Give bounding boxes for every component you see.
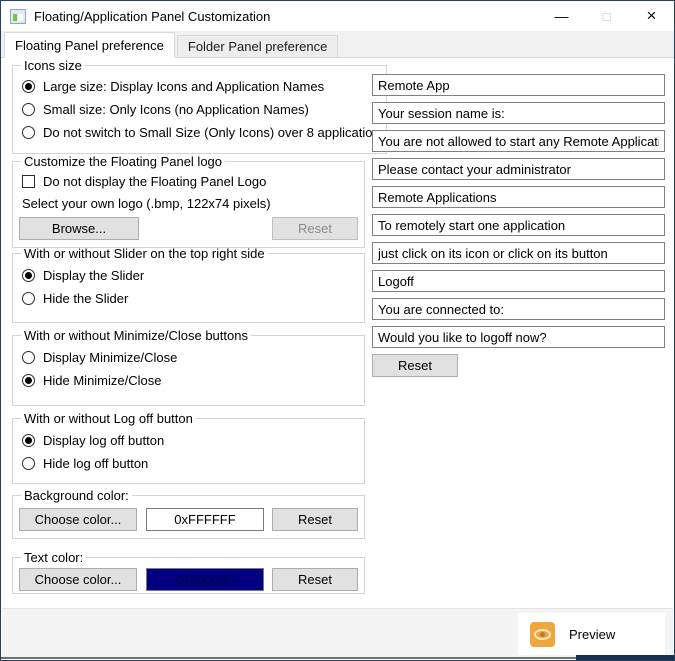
- logo-hint-text: Select your own logo (.bmp, 122x74 pixel…: [22, 196, 364, 211]
- group-slider: With or without Slider on the top right …: [12, 246, 365, 323]
- radio-icon: [22, 269, 35, 282]
- radio-hide-slider[interactable]: Hide the Slider: [22, 291, 364, 306]
- text-field-start-one-app[interactable]: [372, 214, 665, 236]
- group-icons-size: Icons size Large size: Display Icons and…: [12, 58, 387, 154]
- radio-label: Display the Slider: [43, 268, 144, 283]
- app-window-icon: [10, 9, 26, 24]
- dialog-window: Floating/Application Panel Customization…: [0, 0, 675, 661]
- radio-icon: [22, 80, 35, 93]
- footer-bar: Preview: [2, 608, 673, 658]
- group-panel-logo-title: Customize the Floating Panel logo: [21, 154, 225, 169]
- radio-icon: [22, 103, 35, 116]
- background-color-reset-button[interactable]: Reset: [272, 508, 358, 531]
- text-field-logoff-now[interactable]: [372, 326, 665, 348]
- radio-label: Large size: Display Icons and Applicatio…: [43, 79, 324, 94]
- group-minimize-close-title: With or without Minimize/Close buttons: [21, 328, 251, 343]
- background-color-value: 0xFFFFFF: [146, 508, 264, 531]
- radio-label: Display Minimize/Close: [43, 350, 177, 365]
- radio-icon: [22, 292, 35, 305]
- panel-text-fields: Reset: [372, 74, 665, 377]
- group-minimize-close: With or without Minimize/Close buttons D…: [12, 328, 365, 406]
- checkbox-icon: [22, 175, 35, 188]
- radio-no-switch-small[interactable]: Do not switch to Small Size (Only Icons)…: [22, 125, 386, 140]
- eye-preview-icon: [530, 622, 555, 647]
- checkbox-label: Do not display the Floating Panel Logo: [43, 174, 266, 189]
- text-field-connected-to[interactable]: [372, 298, 665, 320]
- maximize-icon: □: [603, 9, 611, 24]
- minimize-icon: —: [555, 8, 569, 24]
- group-slider-title: With or without Slider on the top right …: [21, 246, 268, 261]
- radio-small-size[interactable]: Small size: Only Icons (no Application N…: [22, 102, 386, 117]
- bottom-window-edge-accent: [576, 655, 674, 660]
- group-background-color-title: Background color:: [21, 488, 132, 503]
- radio-label: Do not switch to Small Size (Only Icons)…: [43, 125, 386, 140]
- radio-display-slider[interactable]: Display the Slider: [22, 268, 364, 283]
- radio-label: Display log off button: [43, 433, 164, 448]
- preview-button-label: Preview: [569, 627, 615, 642]
- background-color-row: Choose color... 0xFFFFFF Reset: [19, 508, 358, 531]
- radio-label: Small size: Only Icons (no Application N…: [43, 102, 309, 117]
- radio-display-logoff[interactable]: Display log off button: [22, 433, 364, 448]
- group-background-color: Background color: Choose color... 0xFFFF…: [12, 488, 365, 539]
- text-field-contact-admin[interactable]: [372, 158, 665, 180]
- text-field-remote-applications[interactable]: [372, 186, 665, 208]
- radio-icon: [22, 126, 35, 139]
- browse-button[interactable]: Browse...: [19, 217, 139, 240]
- text-field-logoff[interactable]: [372, 270, 665, 292]
- radio-label: Hide log off button: [43, 456, 148, 471]
- group-text-color-title: Text color:: [21, 550, 86, 565]
- text-field-session-name[interactable]: [372, 102, 665, 124]
- group-icons-size-title: Icons size: [21, 58, 85, 73]
- tab-floating-panel-preference[interactable]: Floating Panel preference: [4, 32, 175, 58]
- window-controls: — □ ×: [539, 1, 674, 31]
- radio-icon: [22, 434, 35, 447]
- preview-button[interactable]: Preview: [518, 613, 665, 655]
- group-panel-logo: Customize the Floating Panel logo Do not…: [12, 154, 365, 248]
- radio-icon: [22, 457, 35, 470]
- messages-reset-button[interactable]: Reset: [372, 354, 458, 377]
- radio-label: Hide Minimize/Close: [43, 373, 161, 388]
- tab-strip: Floating Panel preference Folder Panel p…: [1, 31, 674, 58]
- radio-label: Hide the Slider: [43, 291, 128, 306]
- minimize-button[interactable]: —: [539, 1, 584, 31]
- group-text-color: Text color: Choose color... 0x000080 Res…: [12, 550, 365, 594]
- close-button[interactable]: ×: [629, 1, 674, 31]
- bottom-window-edge: [1, 657, 674, 659]
- background-choose-color-button[interactable]: Choose color...: [19, 508, 137, 531]
- text-field-click-icon[interactable]: [372, 242, 665, 264]
- tab-folder-panel-preference[interactable]: Folder Panel preference: [177, 35, 338, 57]
- close-icon: ×: [647, 6, 657, 26]
- radio-hide-logoff[interactable]: Hide log off button: [22, 456, 364, 471]
- checkbox-hide-logo[interactable]: Do not display the Floating Panel Logo: [22, 174, 364, 189]
- logo-reset-button[interactable]: Reset: [272, 217, 358, 240]
- group-logoff-title: With or without Log off button: [21, 411, 196, 426]
- window-title: Floating/Application Panel Customization: [34, 9, 270, 24]
- title-bar: Floating/Application Panel Customization…: [1, 1, 674, 31]
- text-color-value: 0x000080: [146, 568, 264, 591]
- radio-icon: [22, 374, 35, 387]
- text-choose-color-button[interactable]: Choose color...: [19, 568, 137, 591]
- text-color-row: Choose color... 0x000080 Reset: [19, 568, 358, 591]
- logo-button-row: Browse... Reset: [19, 217, 358, 240]
- radio-large-size[interactable]: Large size: Display Icons and Applicatio…: [22, 79, 386, 94]
- text-field-not-allowed[interactable]: [372, 130, 665, 152]
- radio-icon: [22, 351, 35, 364]
- radio-display-minclose[interactable]: Display Minimize/Close: [22, 350, 364, 365]
- radio-hide-minclose[interactable]: Hide Minimize/Close: [22, 373, 364, 388]
- text-field-app-title[interactable]: [372, 74, 665, 96]
- text-color-reset-button[interactable]: Reset: [272, 568, 358, 591]
- maximize-button[interactable]: □: [584, 1, 629, 31]
- group-logoff: With or without Log off button Display l…: [12, 411, 365, 484]
